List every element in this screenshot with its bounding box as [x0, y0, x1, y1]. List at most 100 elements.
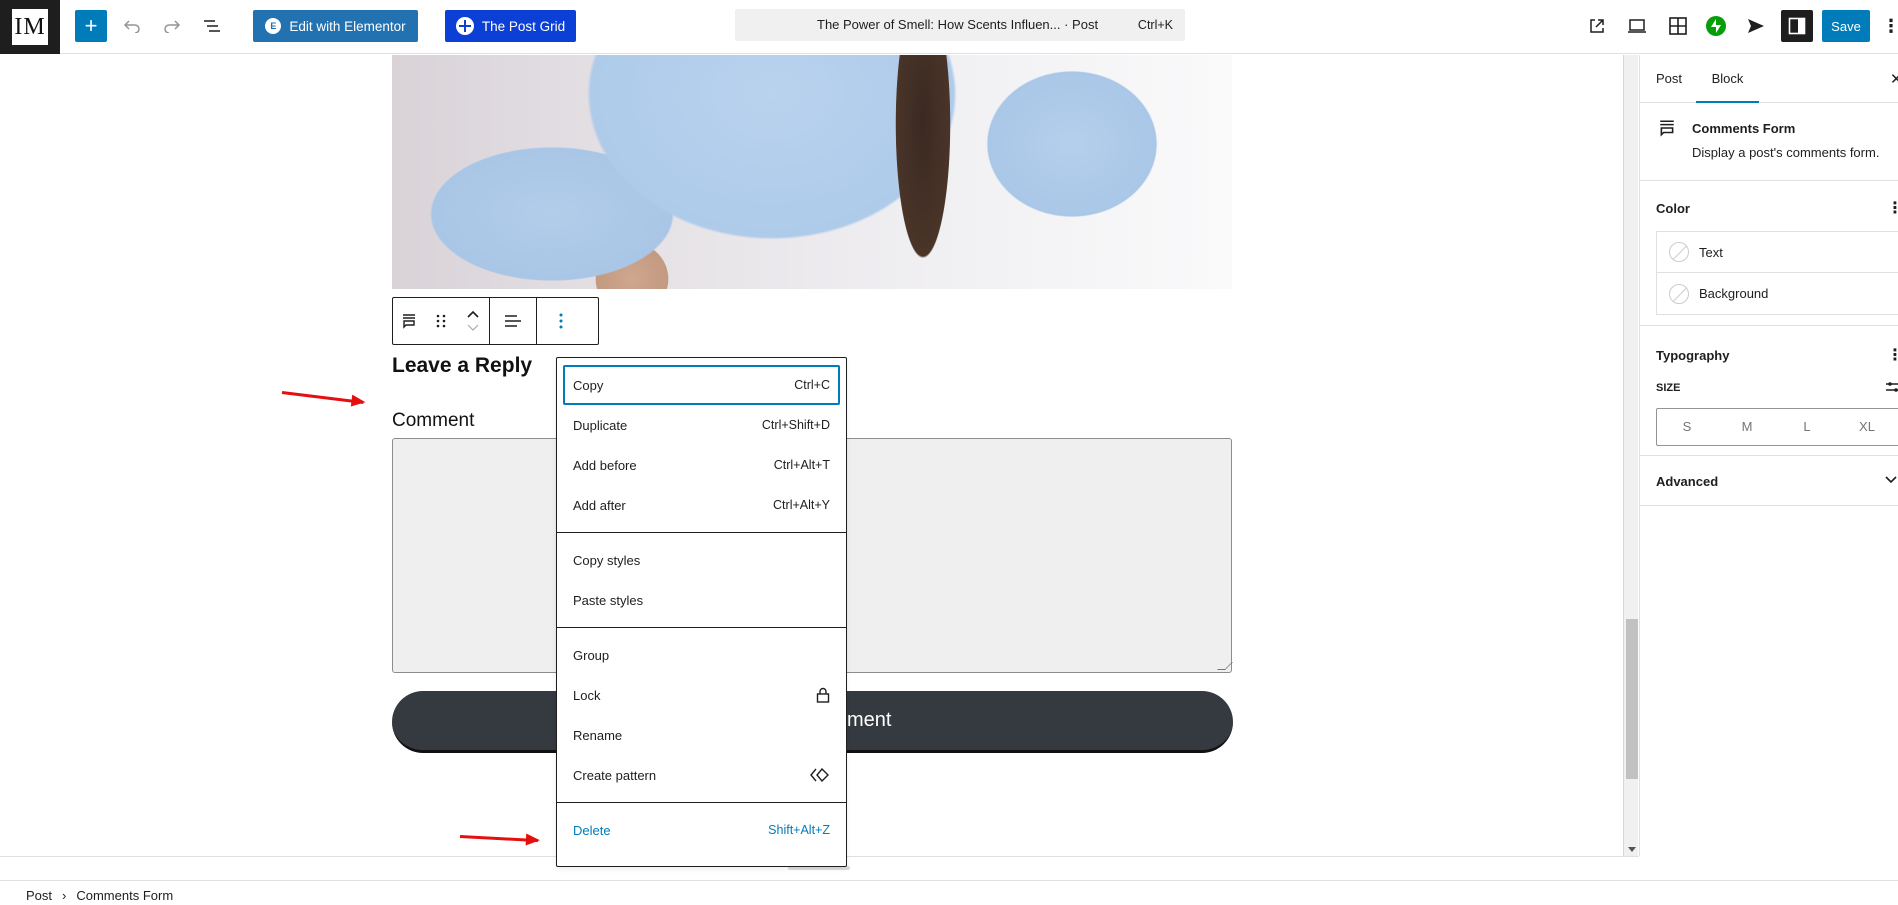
block-description: Display a post's comments form.: [1692, 145, 1880, 160]
elementor-icon: E: [265, 18, 282, 34]
color-options-icon[interactable]: ⋮: [1887, 198, 1898, 218]
block-patterns-button[interactable]: [1662, 10, 1694, 42]
align-left-icon: [505, 315, 521, 327]
block-toolbar: [392, 297, 599, 345]
color-item-label: Background: [1699, 286, 1769, 301]
annotation-arrow: [281, 391, 364, 404]
menu-item-copy[interactable]: Copy Ctrl+C: [563, 365, 840, 405]
edit-with-elementor-button[interactable]: E Edit with Elementor: [253, 10, 418, 42]
align-button[interactable]: [490, 298, 536, 344]
external-link-icon: [1590, 19, 1604, 33]
jetpack-icon: [1706, 16, 1726, 36]
menu-item-label: Lock: [573, 687, 601, 703]
size-option-xl[interactable]: XL: [1837, 409, 1897, 445]
size-label: SIZE: [1656, 382, 1681, 394]
close-sidebar-icon[interactable]: ✕: [1890, 70, 1898, 88]
scroll-down-arrow-icon[interactable]: [1628, 847, 1636, 852]
jetpack-button[interactable]: [1700, 10, 1732, 42]
chevron-down-icon: [1885, 476, 1897, 484]
view-post-button[interactable]: [1581, 10, 1613, 42]
menu-item-label: Delete: [573, 822, 611, 838]
typography-panel: Typography ⋮ SIZE S M L XL: [1640, 326, 1898, 456]
editor-footer: Post › Comments Form: [0, 880, 1898, 905]
breadcrumb-item-post[interactable]: Post: [26, 888, 52, 903]
command-palette-bar[interactable]: The Power of Smell: How Scents Influen..…: [735, 9, 1185, 41]
color-item-text[interactable]: Text: [1657, 232, 1898, 273]
menu-item-duplicate[interactable]: Duplicate Ctrl+Shift+D: [563, 405, 840, 445]
menu-item-label: Rename: [573, 727, 623, 743]
menu-item-label: Group: [573, 647, 610, 663]
comments-form-icon: [403, 314, 415, 329]
post-grid-button[interactable]: The Post Grid: [445, 10, 576, 42]
breadcrumb-item-comments-form[interactable]: Comments Form: [76, 888, 173, 903]
menu-item-paste-styles[interactable]: Paste styles: [563, 580, 840, 620]
menu-item-label: Add after: [573, 497, 626, 513]
menu-item-label: Paste styles: [573, 592, 644, 608]
color-item-background[interactable]: Background: [1657, 273, 1898, 314]
block-options-button[interactable]: [537, 298, 585, 344]
post-grid-label: The Post Grid: [481, 18, 566, 34]
annotation-arrow: [459, 835, 538, 843]
reply-title: Leave a Reply: [392, 354, 533, 377]
menu-item-shortcut: Ctrl+Shift+D: [761, 418, 830, 432]
add-block-button[interactable]: +: [75, 10, 107, 42]
menu-item-add-after[interactable]: Add after Ctrl+Alt+Y: [563, 485, 840, 525]
menu-section-block-tools: Group Lock Rename Create pattern: [557, 628, 846, 803]
tab-post[interactable]: Post: [1656, 55, 1682, 103]
advanced-panel-title: Advanced: [1656, 474, 1719, 489]
empty-swatch-icon: [1669, 283, 1689, 304]
publish-send-button[interactable]: [1740, 10, 1772, 42]
menu-section-delete: Delete Shift+Alt+Z: [557, 803, 846, 857]
menu-item-copy-styles[interactable]: Copy styles: [563, 540, 840, 580]
block-toolbar-group-align: [490, 298, 537, 344]
menu-item-label: Add before: [573, 457, 637, 473]
size-option-l[interactable]: L: [1777, 409, 1837, 445]
menu-item-lock[interactable]: Lock: [563, 675, 840, 715]
block-toolbar-group-more: [537, 298, 585, 344]
preview-device-button[interactable]: [1621, 10, 1653, 42]
menu-item-create-pattern[interactable]: Create pattern: [563, 755, 840, 795]
site-logo: IM: [12, 9, 48, 45]
editor-top-bar: IM + E Edit with Elementor The Post Grid…: [0, 0, 1898, 54]
color-panel-title: Color: [1656, 201, 1690, 216]
breadcrumb: Post › Comments Form: [26, 888, 173, 903]
desktop-icon: [1628, 19, 1646, 33]
block-name: Comments Form: [1692, 121, 1796, 136]
redo-button[interactable]: [156, 10, 188, 42]
move-up-down-buttons[interactable]: [457, 298, 489, 344]
document-overview-button[interactable]: [196, 10, 228, 42]
settings-sliders-icon[interactable]: [1886, 380, 1898, 394]
menu-item-label: Create pattern: [573, 767, 657, 783]
menu-item-label: Copy: [573, 377, 604, 393]
edit-with-elementor-label: Edit with Elementor: [289, 18, 406, 34]
typography-options-icon[interactable]: ⋮: [1887, 345, 1898, 365]
menu-item-delete[interactable]: Delete Shift+Alt+Z: [563, 810, 840, 850]
list-view-icon: [204, 20, 220, 32]
menu-section-clipboard: Copy Ctrl+C Duplicate Ctrl+Shift+D Add b…: [557, 358, 846, 533]
empty-swatch-icon: [1669, 242, 1689, 262]
site-logo-button[interactable]: IM: [0, 0, 60, 54]
undo-button[interactable]: [116, 10, 148, 42]
canvas-scrollbar[interactable]: [1623, 55, 1638, 856]
settings-sidebar-toggle[interactable]: [1781, 10, 1813, 42]
size-option-s[interactable]: S: [1657, 409, 1717, 445]
scrollbar-thumb[interactable]: [1626, 619, 1638, 779]
sidebar-icon: [1788, 17, 1806, 35]
drag-icon: [436, 314, 446, 328]
size-option-m[interactable]: M: [1717, 409, 1777, 445]
drag-handle[interactable]: [425, 298, 457, 344]
tab-block[interactable]: Block: [1696, 55, 1759, 103]
options-menu-button[interactable]: ⋮: [1882, 10, 1898, 42]
featured-image[interactable]: [392, 55, 1232, 289]
undo-icon: [123, 20, 140, 33]
save-button[interactable]: Save: [1822, 10, 1870, 42]
block-type-button[interactable]: [393, 298, 425, 344]
menu-item-add-before[interactable]: Add before Ctrl+Alt+T: [563, 445, 840, 485]
advanced-panel[interactable]: Advanced: [1640, 456, 1898, 506]
resize-handle[interactable]: [1217, 662, 1233, 670]
block-toolbar-group-main: [393, 298, 490, 344]
menu-item-group[interactable]: Group: [563, 635, 840, 675]
color-item-label: Text: [1699, 244, 1723, 260]
menu-item-rename[interactable]: Rename: [563, 715, 840, 755]
menu-item-label: Copy styles: [573, 552, 641, 568]
